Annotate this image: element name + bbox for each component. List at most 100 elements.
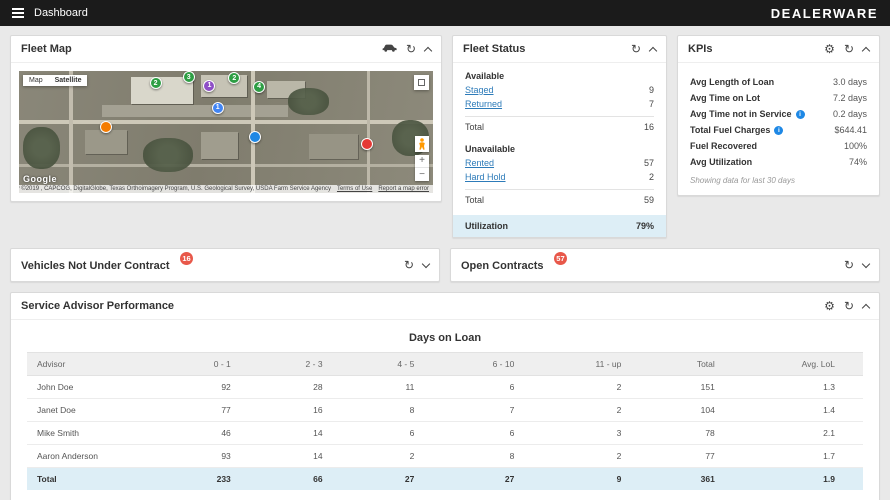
table-cell: 2 (542, 398, 650, 422)
map-wrapper: Map Satellite 231241 + − Google ©2019 , … (11, 63, 441, 201)
table-cell: 92 (167, 375, 259, 399)
top-row: Fleet Map ↻ Map Satellite 2 3 1 2 4 1 + … (10, 35, 880, 238)
table-cell: 8 (442, 444, 543, 468)
status-item-row: Hard Hold 2 (465, 172, 654, 182)
table-total-cell: 66 (258, 467, 351, 490)
hamburger-menu-icon[interactable] (12, 6, 24, 20)
zoom-in-button[interactable]: + (415, 155, 429, 168)
fleet-status-header-icons: ↻ (631, 43, 658, 55)
gear-icon[interactable]: ⚙ (824, 300, 835, 312)
info-icon[interactable]: i (774, 125, 784, 135)
table-cell: 78 (649, 421, 743, 445)
map-marker[interactable] (99, 121, 112, 134)
kpi-row: Avg Utilization 74% (690, 157, 867, 167)
status-total-label: Total (465, 122, 485, 132)
open-contracts-card: Open Contracts 57 ↻ (450, 248, 880, 282)
refresh-icon[interactable]: ↻ (844, 259, 854, 271)
topbar: Dashboard DEALERWARE (0, 0, 890, 26)
kpi-row: Total Fuel Charges i $644.41 (690, 125, 867, 135)
table-cell: 2.1 (742, 421, 863, 445)
zoom-control: + − (415, 155, 429, 181)
status-item-value: 2 (648, 172, 654, 182)
collapse-chevron-icon[interactable] (861, 46, 871, 55)
satellite-view-button[interactable]: Satellite (48, 75, 88, 86)
table-cell: 6 (442, 375, 543, 399)
table-cell: 46 (167, 421, 259, 445)
advisor-table-wrapper: Advisor 0 - 12 - 34 - 56 - 10 11 - up Total… (11, 352, 879, 490)
pegman-icon[interactable] (415, 136, 429, 152)
table-cell: 104 (649, 398, 743, 422)
map-marker[interactable]: 2 (149, 77, 162, 90)
status-total-value: 16 (643, 122, 654, 132)
expand-chevron-icon[interactable] (421, 259, 431, 268)
vehicle-icon[interactable] (382, 43, 397, 55)
refresh-icon[interactable]: ↻ (844, 300, 854, 312)
advisor-name-cell: John Doe (27, 375, 167, 399)
attribution-text: Map data ©2019 Google Imagery ©2019 , CA… (19, 186, 331, 192)
column-header: 2 - 3 (258, 352, 351, 376)
advisor-name-cell: Mike Smith (27, 421, 167, 445)
map-marker[interactable] (248, 130, 261, 143)
fullscreen-button[interactable] (414, 75, 429, 90)
refresh-icon[interactable]: ↻ (844, 43, 854, 55)
advisor-table-head-row: Advisor 0 - 12 - 34 - 56 - 10 11 - up Total… (27, 352, 863, 376)
map-building (85, 129, 127, 154)
kpis-title: KPIs (688, 43, 713, 55)
kpis-card: KPIs ⚙ ↻ Avg Length of Loan 3.0 days Avg T… (677, 35, 880, 196)
map-marker[interactable] (360, 138, 373, 151)
status-item-link[interactable]: Returned (465, 99, 502, 109)
map-marker[interactable]: 2 (228, 72, 241, 85)
page-title: Dashboard (34, 7, 88, 19)
terms-of-use-link[interactable]: Terms of Use (337, 186, 372, 192)
map-marker[interactable]: 1 (203, 79, 216, 92)
kpis-footnote: Showing data for last 30 days (690, 176, 795, 185)
refresh-icon[interactable]: ↻ (406, 43, 416, 55)
map-marker[interactable]: 4 (253, 80, 266, 93)
kpi-label: Avg Time on Lot (690, 93, 761, 103)
refresh-icon[interactable]: ↻ (631, 43, 641, 55)
map-view-button[interactable]: Map (23, 75, 49, 86)
table-total-cell: 27 (350, 467, 443, 490)
table-total-cell: 27 (442, 467, 543, 490)
table-cell: 6 (350, 421, 443, 445)
kpi-value: 0.2 days (832, 109, 867, 119)
table-cell: 1.4 (742, 398, 863, 422)
advisor-table: Advisor 0 - 12 - 34 - 56 - 10 11 - up Total… (27, 352, 863, 490)
table-cell: 14 (258, 444, 351, 468)
map-road (366, 71, 370, 193)
map-road (19, 163, 433, 167)
table-cell: 16 (258, 398, 351, 422)
map-side-controls: + − (415, 136, 429, 181)
status-item-link[interactable]: Hard Hold (465, 172, 506, 182)
map-marker[interactable]: 1 (211, 101, 224, 114)
fleet-status-header: Fleet Status ↻ (453, 36, 666, 63)
title-with-badge: Open Contracts 57 (461, 252, 567, 274)
refresh-icon[interactable]: ↻ (404, 259, 414, 271)
map-marker[interactable]: 3 (182, 71, 195, 84)
column-header: Total (649, 352, 743, 376)
table-cell: 14 (258, 421, 351, 445)
status-total-row: Total 16 (465, 116, 654, 132)
info-icon[interactable]: i (795, 109, 805, 119)
table-cell: 2 (542, 444, 650, 468)
report-map-error-link[interactable]: Report a map error (378, 186, 429, 192)
collapse-chevron-icon[interactable] (648, 46, 658, 55)
table-total-cell: 1.9 (742, 467, 863, 490)
utilization-value: 79% (635, 221, 654, 231)
table-cell: 77 (167, 398, 259, 422)
service-advisor-performance-card: Service Advisor Performance ⚙ ↻ Days on … (10, 292, 880, 500)
status-item-link[interactable]: Rented (465, 158, 494, 168)
map-canvas[interactable]: Map Satellite 231241 + − Google ©2019 , … (19, 71, 433, 193)
collapse-chevron-icon[interactable] (861, 303, 871, 312)
table-total-row: Total 233 66 27 27 9 361 1.9 (27, 467, 863, 490)
fleet-map-title: Fleet Map (21, 43, 72, 55)
collapse-chevron-icon[interactable] (423, 46, 433, 55)
vehicles-not-under-contract-title: Vehicles Not Under Contract (21, 260, 170, 272)
status-total-label: Total (465, 195, 485, 205)
gear-icon[interactable]: ⚙ (824, 43, 835, 55)
advisor-name-cell: Aaron Anderson (27, 444, 167, 468)
expand-chevron-icon[interactable] (861, 259, 871, 268)
zoom-out-button[interactable]: − (415, 168, 429, 181)
days-on-loan-title: Days on Loan (408, 332, 482, 344)
status-item-link[interactable]: Staged (465, 85, 494, 95)
